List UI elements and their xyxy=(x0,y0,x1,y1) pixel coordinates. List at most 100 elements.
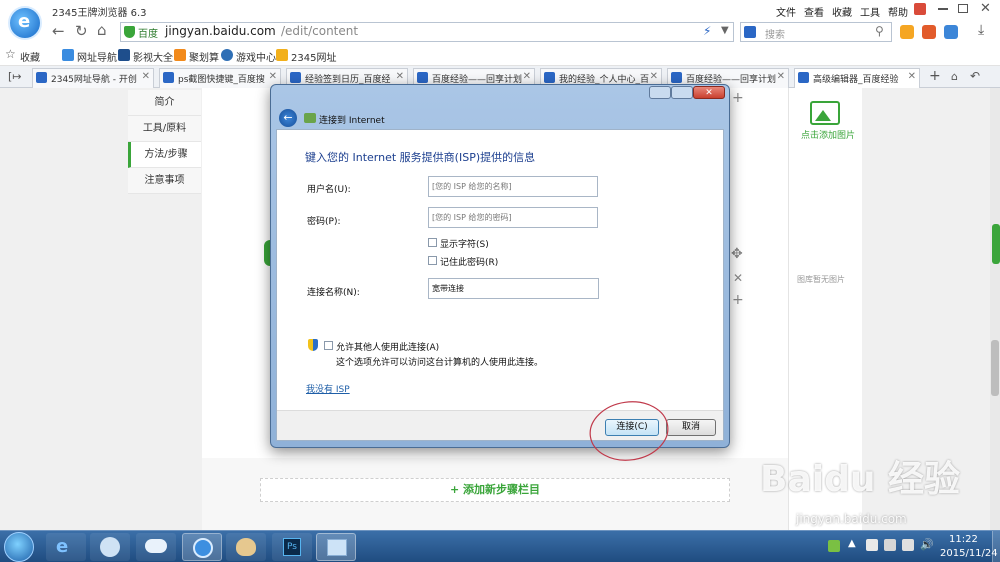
tab-2-icon xyxy=(290,72,301,83)
menu-help[interactable]: 帮助 xyxy=(888,4,908,19)
taskbar-cloud-icon[interactable] xyxy=(136,533,176,561)
favorites-bar: ☆ 收藏 网址导航 影视大全 聚划算 游戏中心 2345网址 xyxy=(0,44,1000,66)
clock-time[interactable]: 11:22 xyxy=(949,534,978,545)
fav-icon-1 xyxy=(118,49,130,61)
search-input[interactable]: 搜索 xyxy=(765,26,785,41)
minimize-icon[interactable] xyxy=(938,8,948,10)
app-icon-2[interactable] xyxy=(922,25,936,39)
sidebar-item-intro[interactable]: 简介 xyxy=(128,90,201,116)
taskbar-photoshop-icon[interactable]: Ps xyxy=(272,533,312,561)
close-icon[interactable]: ✕ xyxy=(980,1,991,16)
plus-icon-bottom[interactable]: + xyxy=(732,292,744,308)
tray-network-icon[interactable] xyxy=(902,539,914,551)
address-bar[interactable]: 百度 jingyan.baidu.com /edit/content ⚡ ▼ xyxy=(120,22,734,42)
fav-item-3[interactable]: 游戏中心 xyxy=(236,49,276,64)
delete-icon[interactable]: ✕ xyxy=(733,271,743,285)
add-step-button[interactable]: + 添加新步骤栏目 xyxy=(260,478,730,502)
allow-others-label[interactable]: 允许其他人使用此连接(A) xyxy=(336,340,439,353)
connection-name-input[interactable]: 宽带连接 xyxy=(428,278,599,299)
dialog-close-icon[interactable]: ✕ xyxy=(693,86,725,99)
fav-icon-0 xyxy=(62,49,74,61)
start-button[interactable] xyxy=(4,532,34,562)
fav-icon-2 xyxy=(174,49,186,61)
no-isp-link[interactable]: 我没有 ISP xyxy=(306,382,350,395)
show-chars-checkbox[interactable] xyxy=(428,238,437,247)
page-scrollbar[interactable] xyxy=(990,88,1000,530)
url-host: jingyan.baidu.com xyxy=(165,24,276,38)
menu-favorites[interactable]: 收藏 xyxy=(832,4,852,19)
maximize-icon[interactable] xyxy=(958,4,968,13)
fav-item-0[interactable]: 网址导航 xyxy=(77,49,117,64)
username-input[interactable]: [您的 ISP 给您的名称] xyxy=(428,176,598,197)
dropdown-arrow-icon[interactable]: ▼ xyxy=(721,25,729,36)
tray-action-center-icon[interactable] xyxy=(828,540,840,552)
tray-flag-icon[interactable] xyxy=(866,539,878,551)
tab-1[interactable]: ps截图快捷键_百度搜 ✕ xyxy=(159,68,281,88)
lightning-icon[interactable]: ⚡ xyxy=(703,24,711,38)
sidebar-item-steps[interactable]: 方法/步骤 xyxy=(128,142,201,168)
taskbar-network-dialog-icon[interactable] xyxy=(316,533,356,561)
allow-others-note: 这个选项允许可以访问这台计算机的人使用此连接。 xyxy=(336,358,544,368)
sidebar-item-tools[interactable]: 工具/原料 xyxy=(128,116,201,142)
menu-tools[interactable]: 工具 xyxy=(860,4,880,19)
tab-2-close-icon[interactable]: ✕ xyxy=(396,71,404,82)
tab-0-close-icon[interactable]: ✕ xyxy=(142,71,150,82)
tray-volume-icon[interactable]: 🔊 xyxy=(920,538,934,551)
allow-others-checkbox[interactable] xyxy=(324,341,333,350)
search-engine-icon[interactable] xyxy=(744,26,756,38)
plus-icon-top[interactable]: + xyxy=(732,90,744,106)
fav-item-1[interactable]: 影视大全 xyxy=(133,49,173,64)
new-tab-icon[interactable]: + xyxy=(929,68,941,84)
tab-6[interactable]: 高级编辑器_百度经验 ✕ xyxy=(794,68,920,88)
star-icon[interactable]: ☆ xyxy=(5,47,16,61)
dialog-back-icon[interactable]: ← xyxy=(279,109,297,127)
uac-shield-icon xyxy=(308,339,318,351)
remember-password-checkbox[interactable] xyxy=(428,256,437,265)
sidebar-toggle-icon[interactable]: [↦ xyxy=(8,70,22,83)
undo-close-icon[interactable]: ↶ xyxy=(970,69,980,83)
tab-1-close-icon[interactable]: ✕ xyxy=(269,71,277,82)
dialog-minimize-icon[interactable] xyxy=(649,86,671,99)
show-desktop-button[interactable] xyxy=(992,531,1000,562)
lock-tab-icon[interactable]: ⌂ xyxy=(951,70,958,83)
remember-password-label[interactable]: 记住此密码(R) xyxy=(440,255,498,268)
taskbar-paint-icon[interactable] xyxy=(226,533,266,561)
download-icon[interactable]: ⤓ xyxy=(978,22,984,38)
tab-6-close-icon[interactable]: ✕ xyxy=(908,71,916,82)
tray-safely-remove-icon[interactable] xyxy=(884,539,896,551)
tab-0[interactable]: 2345网址导航 - 开创 ✕ xyxy=(32,68,154,88)
search-box[interactable]: 搜索 ⚲ xyxy=(740,22,892,42)
tab-3-close-icon[interactable]: ✕ xyxy=(523,71,531,82)
clock-date[interactable]: 2015/11/24 xyxy=(940,548,998,559)
fav-item-2[interactable]: 聚划算 xyxy=(189,49,219,64)
app-icon-3[interactable] xyxy=(944,25,958,39)
menu-view[interactable]: 查看 xyxy=(804,4,824,19)
tray-arrow-icon[interactable]: ▲ xyxy=(848,538,856,549)
tab-3-icon xyxy=(417,72,428,83)
back-icon[interactable]: ← xyxy=(52,22,65,40)
move-icon[interactable]: ✥ xyxy=(731,246,743,262)
app-icon-1[interactable] xyxy=(900,25,914,39)
fav-item-4[interactable]: 2345网址 xyxy=(291,49,336,64)
scrollbar-thumb[interactable] xyxy=(991,340,999,396)
taskbar-2345-icon[interactable] xyxy=(182,533,222,561)
tab-4-close-icon[interactable]: ✕ xyxy=(650,71,658,82)
search-icon[interactable]: ⚲ xyxy=(875,24,884,38)
taskbar-ie-icon[interactable]: e xyxy=(46,533,86,561)
dialog-heading: 键入您的 Internet 服务提供商(ISP)提供的信息 xyxy=(305,151,536,164)
favorites-label[interactable]: 收藏 xyxy=(20,49,40,64)
navigation-bar: ← ↻ ⌂ 百度 jingyan.baidu.com /edit/content… xyxy=(0,20,1000,44)
taskbar-media-icon[interactable] xyxy=(90,533,130,561)
menu-file[interactable]: 文件 xyxy=(776,4,796,19)
fav-icon-3 xyxy=(221,49,233,61)
refresh-icon[interactable]: ↻ xyxy=(75,22,88,40)
tab-0-icon xyxy=(36,72,47,83)
skin-icon[interactable] xyxy=(914,3,926,15)
add-image-label[interactable]: 点击添加图片 xyxy=(801,128,855,141)
home-icon[interactable]: ⌂ xyxy=(97,21,107,39)
dialog-maximize-icon[interactable] xyxy=(671,86,693,99)
tab-5-close-icon[interactable]: ✕ xyxy=(777,71,785,82)
sidebar-item-notes[interactable]: 注意事项 xyxy=(128,168,201,194)
show-chars-label[interactable]: 显示字符(S) xyxy=(440,237,489,250)
password-input[interactable]: [您的 ISP 给您的密码] xyxy=(428,207,598,228)
